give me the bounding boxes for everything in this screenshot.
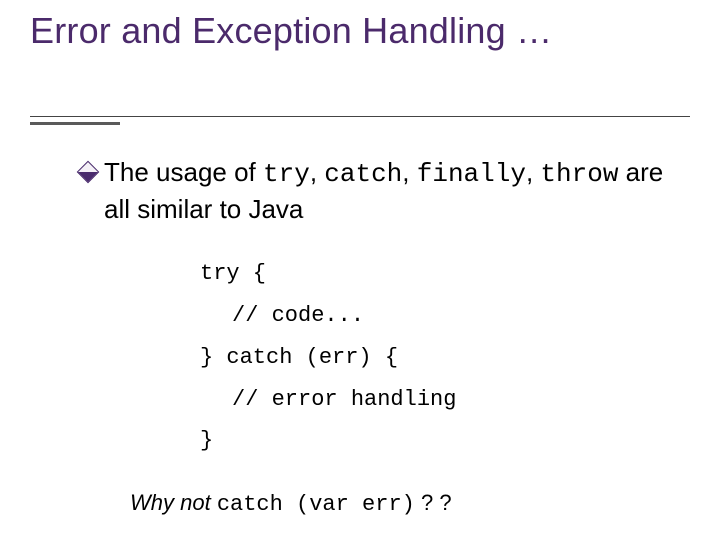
footnote-lead: Why not xyxy=(130,490,217,515)
title-rules xyxy=(30,110,690,140)
code-block: try { // code... } catch (err) { // erro… xyxy=(200,253,670,462)
code-line: // code... xyxy=(200,295,670,337)
bullet-text: The usage of try, catch, finally, throw … xyxy=(104,155,670,227)
footnote-tail: ? ? xyxy=(415,490,452,515)
body: The usage of try, catch, finally, throw … xyxy=(80,155,670,462)
title-block: Error and Exception Handling … xyxy=(30,10,690,51)
text-fragment: , xyxy=(402,157,416,187)
keyword-catch: catch xyxy=(324,159,402,189)
text-fragment: , xyxy=(310,157,324,187)
code-line: } xyxy=(200,420,670,462)
keyword-finally: finally xyxy=(417,159,526,189)
code-line: // error handling xyxy=(200,379,670,421)
slide-title: Error and Exception Handling … xyxy=(30,10,690,51)
bullet-item: The usage of try, catch, finally, throw … xyxy=(80,155,670,227)
rule-short xyxy=(30,122,120,125)
footnote-code: catch (var err) xyxy=(217,492,415,517)
text-fragment: , xyxy=(526,157,540,187)
text-fragment: The usage of xyxy=(104,157,263,187)
slide: Error and Exception Handling … The usage… xyxy=(0,0,720,540)
keyword-throw: throw xyxy=(540,159,618,189)
rule-thin xyxy=(30,116,690,117)
code-line: try { xyxy=(200,253,670,295)
footnote: Why not catch (var err) ? ? xyxy=(130,490,452,517)
keyword-try: try xyxy=(263,159,310,189)
diamond-bullet-icon xyxy=(77,161,100,184)
code-line: } catch (err) { xyxy=(200,337,670,379)
